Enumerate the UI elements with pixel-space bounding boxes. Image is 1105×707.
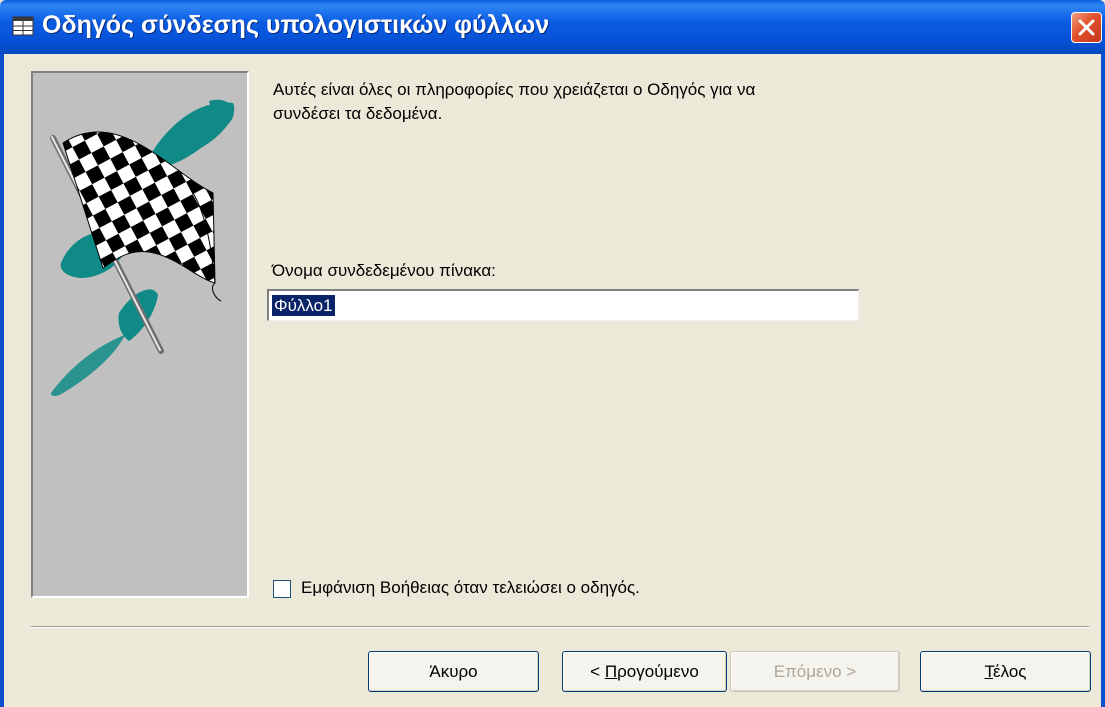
- title-bar[interactable]: Οδηγός σύνδεσης υπολογιστικών φύλλων: [0, 0, 1105, 54]
- finish-rest: έλος: [993, 661, 1027, 681]
- window-title: Οδηγός σύνδεσης υπολογιστικών φύλλων: [42, 11, 550, 39]
- wizard-window: Οδηγός σύνδεσης υπολογιστικών φύλλων Αυτ…: [0, 0, 1105, 707]
- cancel-button-label: Άκυρο: [429, 661, 478, 681]
- table-name-label: Όνομα συνδεδεμένου πίνακα:: [272, 261, 496, 280]
- intro-line-1: Αυτές είναι όλες οι πληροφορίες που χρει…: [273, 80, 756, 99]
- intro-line-2: συνδέσει τα δεδομένα.: [273, 104, 443, 123]
- intro-text: Αυτές είναι όλες οι πληροφορίες που χρει…: [273, 78, 873, 126]
- back-prefix: <: [590, 661, 605, 681]
- finish-button[interactable]: Τέλος: [920, 651, 1091, 692]
- finish-button-label: Τέλος: [985, 662, 1027, 682]
- wizard-art-panel: [31, 71, 249, 598]
- button-separator: [31, 626, 1089, 628]
- window-border-left: [0, 54, 4, 707]
- window-border-right: [1101, 54, 1105, 707]
- back-mnemonic: Π: [604, 661, 618, 681]
- close-icon: [1078, 19, 1095, 36]
- finish-mnemonic: Τ: [984, 661, 994, 681]
- sheet-link-icon: [12, 15, 34, 37]
- next-button[interactable]: Επόμενο >: [730, 651, 900, 692]
- table-name-value: Φύλλο1: [272, 295, 335, 316]
- back-button-label: < Προγούμενο: [590, 662, 699, 682]
- next-button-label: Επόμενο >: [773, 661, 857, 681]
- checkered-flag-icon: [50, 99, 235, 396]
- back-button[interactable]: < Προγούμενο: [562, 651, 727, 692]
- table-name-input[interactable]: Φύλλο1: [267, 289, 859, 321]
- cancel-button[interactable]: Άκυρο: [368, 651, 539, 692]
- back-rest: ρογούμενο: [617, 661, 699, 681]
- help-checkbox-label[interactable]: Εμφάνιση Βοήθειας όταν τελειώσει ο οδηγό…: [301, 578, 640, 598]
- close-button[interactable]: [1071, 12, 1102, 43]
- help-checkbox[interactable]: [273, 580, 291, 598]
